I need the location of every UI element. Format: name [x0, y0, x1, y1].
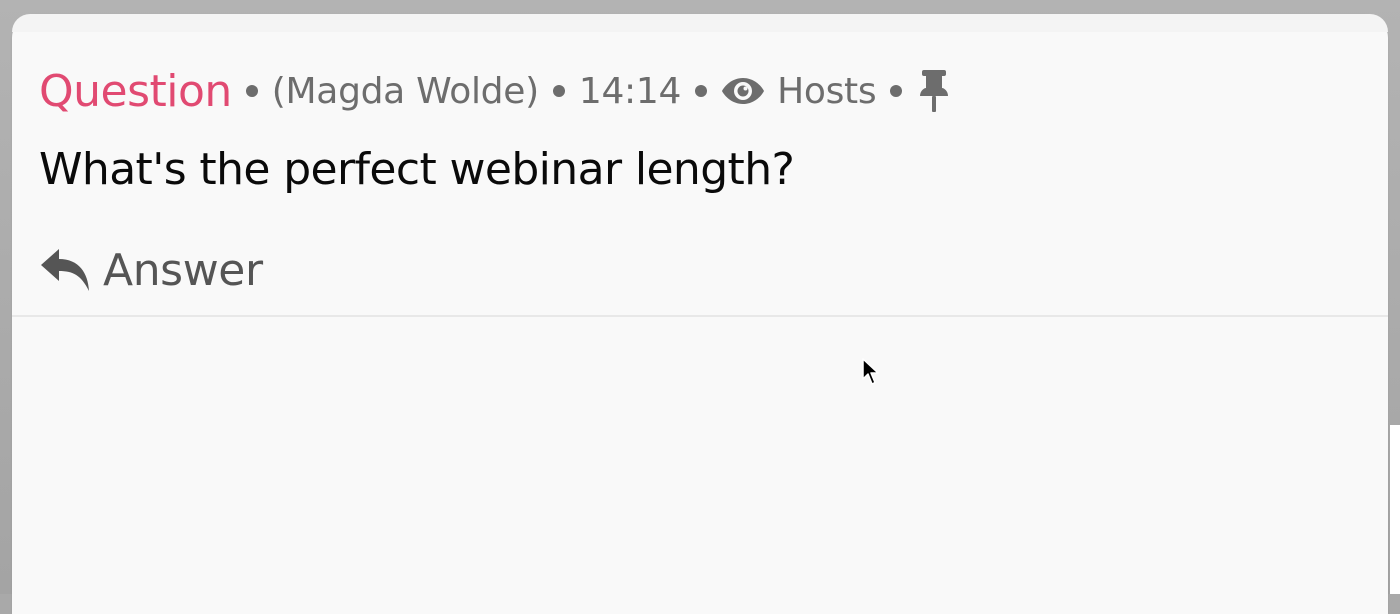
separator-dot — [695, 85, 708, 97]
answer-button[interactable]: Answer — [39, 242, 263, 298]
separator-dot — [245, 85, 258, 97]
card-divider — [12, 315, 1388, 317]
scrollbar-track[interactable] — [1390, 425, 1400, 594]
question-meta-row: Question (Magda Wolde) 14:14 Hosts — [39, 65, 952, 117]
reply-icon — [39, 247, 91, 293]
question-card: Question (Magda Wolde) 14:14 Hosts What'… — [12, 14, 1388, 614]
card-top-band — [12, 14, 1388, 32]
eye-icon — [721, 76, 765, 106]
separator-dot — [552, 85, 565, 97]
thumbtack-icon[interactable] — [916, 69, 952, 113]
visibility-label: Hosts — [777, 70, 877, 112]
question-author: (Magda Wolde) — [271, 70, 539, 112]
answer-label: Answer — [103, 244, 263, 296]
question-time: 14:14 — [578, 70, 682, 112]
question-type-label: Question — [39, 65, 232, 117]
separator-dot — [890, 85, 903, 97]
mouse-cursor-icon — [862, 358, 880, 390]
question-text: What's the perfect webinar length? — [39, 144, 795, 195]
